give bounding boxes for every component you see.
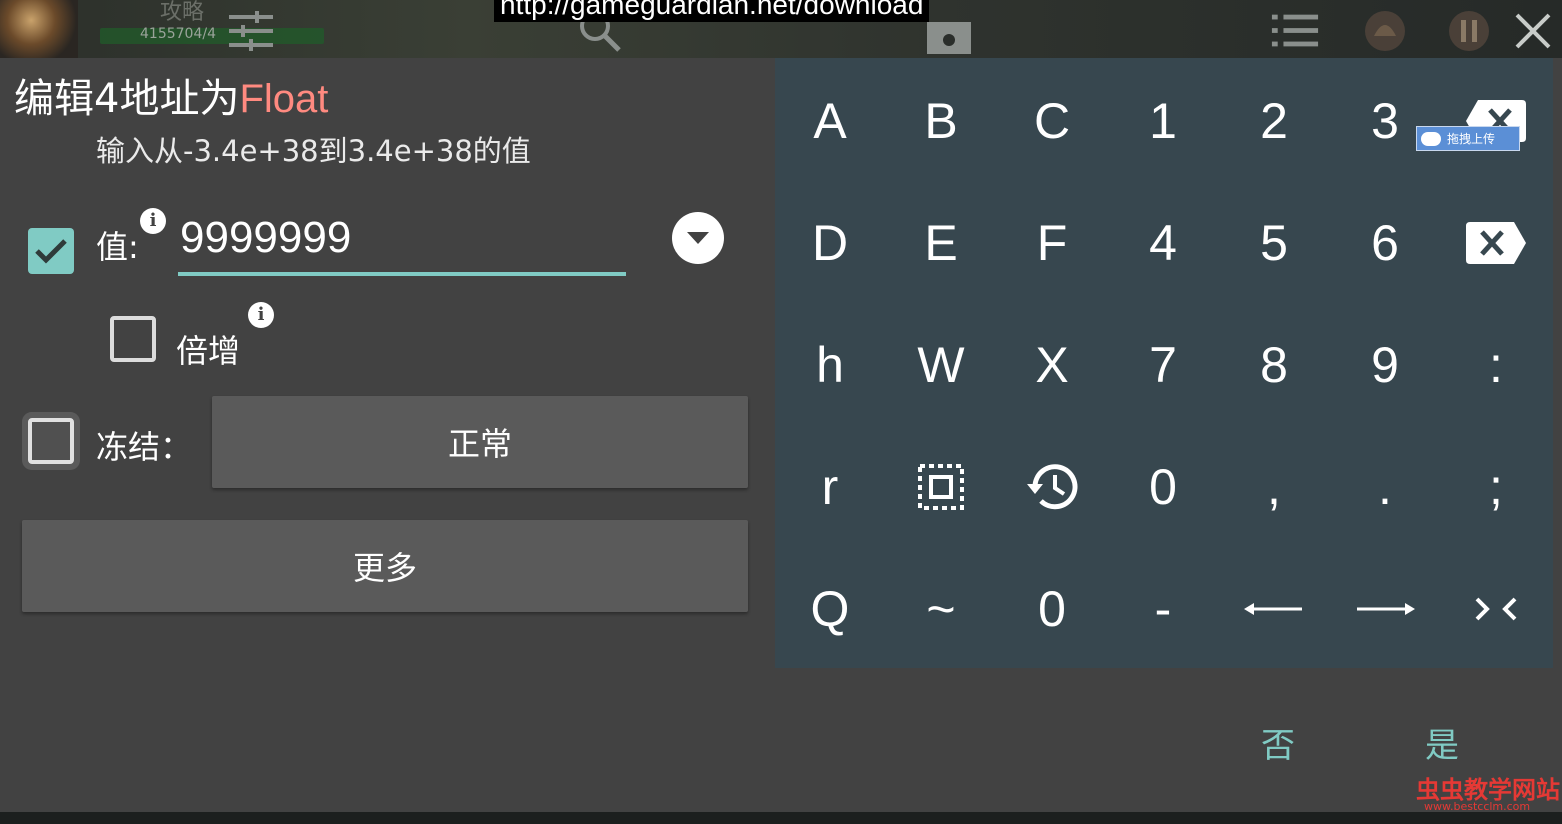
key-A[interactable]: A [775,60,885,182]
value-label: 值: [96,228,139,266]
game-bottom-strip [0,812,1562,824]
helmet-icon[interactable] [1360,8,1410,54]
select-all-icon [918,464,964,510]
close-icon[interactable] [1508,8,1558,54]
backspace-key[interactable] [1441,60,1551,182]
key-4[interactable]: 4 [1108,182,1218,304]
edit-value-dialog: 编辑4地址为Float 输入从-3.4e+38到3.4e+38的值 值: i 倍… [0,58,1562,812]
freeze-checkbox[interactable] [28,418,74,464]
key-B[interactable]: B [886,60,996,182]
upload-badge[interactable]: 拖拽上传 [1416,126,1520,151]
key-E[interactable]: E [886,182,996,304]
delete-key[interactable] [1441,182,1551,304]
key-h[interactable]: h [775,304,885,426]
value-checkbox[interactable] [28,228,74,274]
value-history-dropdown[interactable] [672,212,724,264]
key-C[interactable]: C [997,60,1107,182]
key-D[interactable]: D [775,182,885,304]
key-3[interactable]: 3 [1330,60,1440,182]
key-0[interactable]: 0 [1108,426,1218,548]
arrow-right-icon [1357,603,1415,615]
arrow-left-icon [1244,603,1302,615]
player-avatar [0,0,78,58]
key-r[interactable]: r [775,426,885,548]
key-6[interactable]: 6 [1330,182,1440,304]
key-X[interactable]: X [997,304,1107,426]
upload-badge-label: 拖拽上传 [1447,132,1496,146]
value-info-icon[interactable]: i [140,208,166,234]
collapse-icon [1475,597,1517,621]
cancel-button[interactable]: 否 [1256,718,1300,765]
sliders-icon[interactable] [226,8,276,54]
key-2[interactable]: 2 [1219,60,1329,182]
chevron-down-icon [687,232,709,244]
game-hud-bar: 攻略 4155704/4 http://gameguardian.net/dow… [0,0,1562,58]
value-range-hint: 输入从-3.4e+38到3.4e+38的值 [96,134,531,168]
collapse-keypad-key[interactable] [1441,548,1551,670]
key-semicolon[interactable]: ; [1441,426,1551,548]
pause-icon[interactable] [1444,8,1494,54]
key-period[interactable]: . [1330,426,1440,548]
dialog-title-type: Float [239,77,329,121]
more-button[interactable]: 更多 [22,520,748,612]
history-icon [1027,464,1078,510]
download-url-banner: http://gameguardian.net/download [494,0,930,22]
freeze-mode-button[interactable]: 正常 [212,396,748,488]
key-F[interactable]: F [997,182,1107,304]
list-icon[interactable] [1270,8,1320,54]
cursor-left-key[interactable] [1219,548,1329,670]
history-key[interactable] [997,426,1107,548]
key-5[interactable]: 5 [1219,182,1329,304]
checkmark-icon [35,239,67,264]
hp-text: 4155704/4 [140,26,216,42]
key-minus[interactable]: - [1108,548,1218,670]
multiply-checkbox[interactable] [110,316,156,362]
key-9[interactable]: 9 [1330,304,1440,426]
key-tilde[interactable]: ~ [886,548,996,670]
dialog-title-prefix: 编辑4地址为 [14,76,240,122]
multiply-label: 倍增 [176,332,241,370]
select-all-key[interactable] [886,426,996,548]
save-icon[interactable] [924,8,974,54]
value-input[interactable] [178,204,626,276]
cursor-right-key[interactable] [1330,548,1440,670]
key-Q[interactable]: Q [775,548,885,670]
key-W[interactable]: W [886,304,996,426]
key-comma[interactable]: , [1219,426,1329,548]
delete-icon [1466,222,1526,264]
key-7[interactable]: 7 [1108,304,1218,426]
hud-name: 攻略 [160,0,205,25]
key-colon[interactable]: : [1441,304,1551,426]
dialog-title: 编辑4地址为Float [14,66,328,124]
freeze-label: 冻结： [96,428,193,466]
key-1[interactable]: 1 [1108,60,1218,182]
cloud-icon [1421,131,1441,146]
key-8[interactable]: 8 [1219,304,1329,426]
confirm-button[interactable]: 是 [1420,718,1464,765]
multiply-info-icon[interactable]: i [248,302,274,328]
key-0-alt[interactable]: 0 [997,548,1107,670]
